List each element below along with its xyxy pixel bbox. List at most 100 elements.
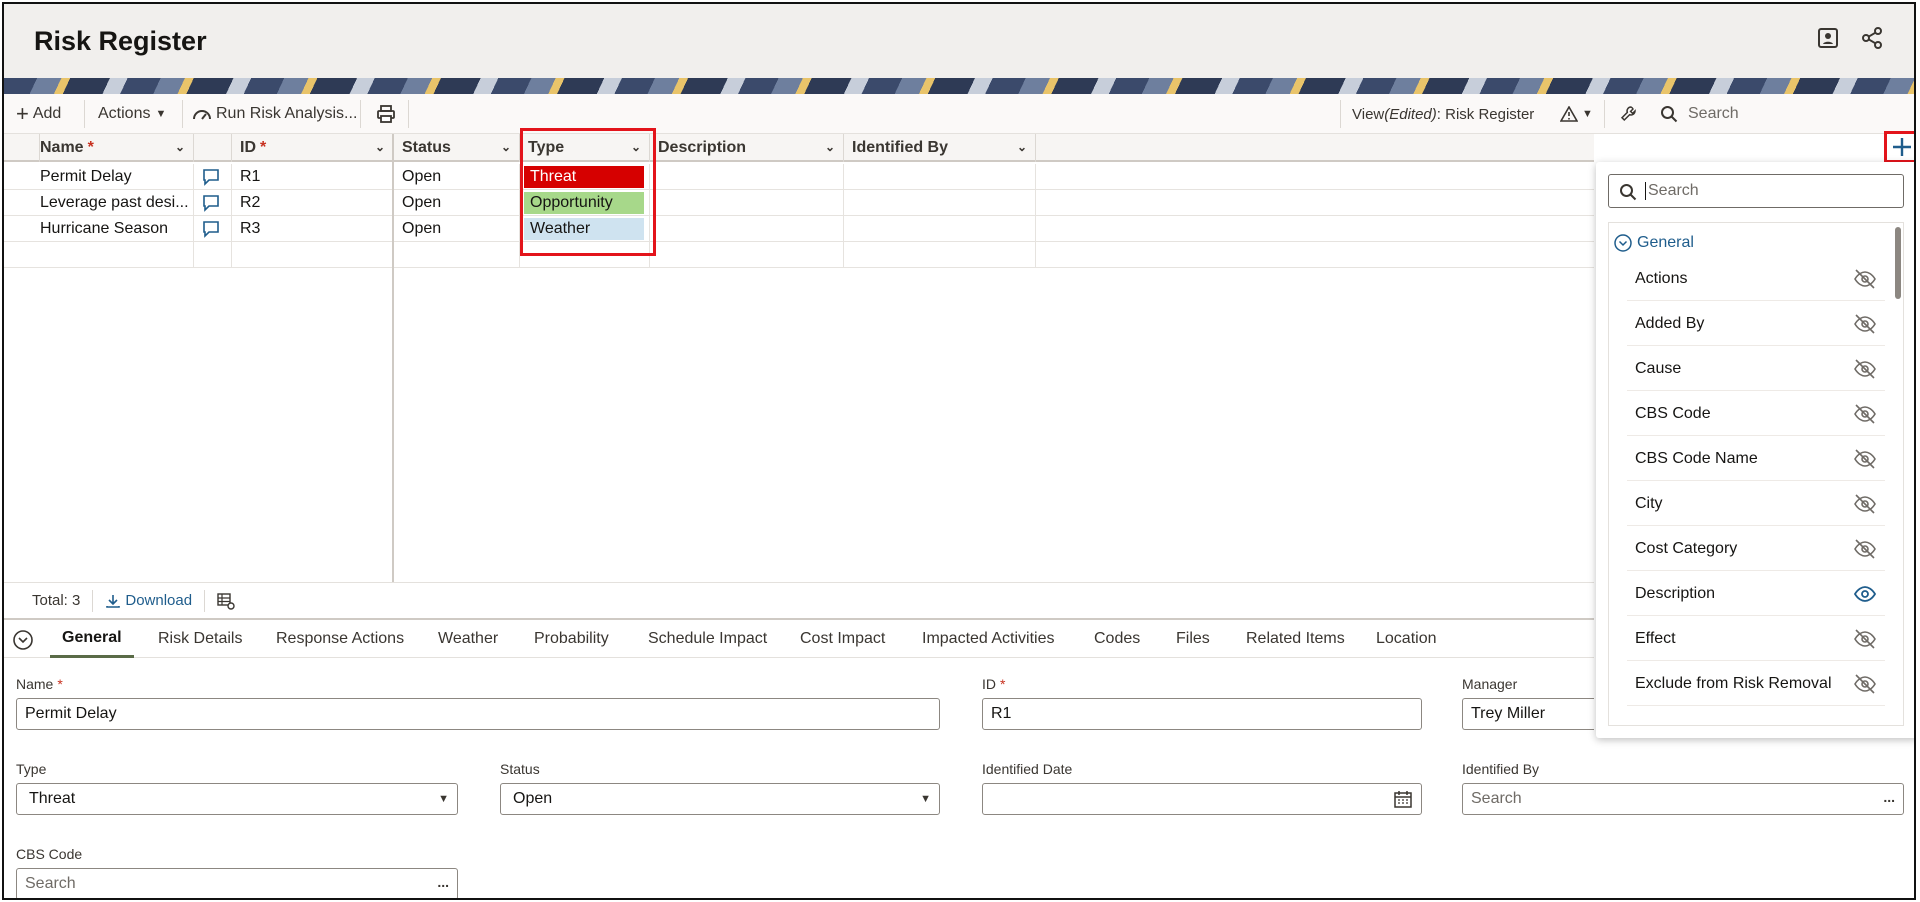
required-marker: * — [87, 139, 94, 156]
tab-risk-details[interactable]: Risk Details — [158, 620, 242, 658]
required-marker: * — [1000, 676, 1006, 692]
add-button[interactable]: + Add — [16, 94, 61, 134]
comment-icon[interactable] — [202, 194, 220, 212]
column-option[interactable]: CBS Code Name — [1627, 437, 1885, 481]
table-row[interactable]: Leverage past desi... R2 Open Opportunit… — [4, 190, 1594, 216]
chevron-down-icon[interactable]: ⌄ — [375, 140, 385, 154]
comment-icon[interactable] — [202, 220, 220, 238]
more-options-icon[interactable]: ... — [1883, 789, 1895, 805]
column-header-id[interactable]: ID * ⌄ — [232, 134, 394, 162]
run-risk-analysis-button[interactable]: Run Risk Analysis... — [192, 94, 357, 134]
collapse-circle-icon[interactable] — [12, 629, 34, 651]
eye-slash-icon[interactable] — [1853, 314, 1877, 334]
decorative-banner — [4, 78, 1914, 94]
print-button[interactable] — [376, 94, 396, 134]
chevron-down-icon[interactable]: ⌄ — [1017, 140, 1027, 154]
tab-general[interactable]: General — [50, 620, 134, 658]
name-label: Name * — [16, 676, 63, 692]
tab-codes[interactable]: Codes — [1094, 620, 1140, 658]
tab-impacted-activities[interactable]: Impacted Activities — [922, 620, 1055, 658]
group-general[interactable]: General — [1613, 233, 1694, 253]
tab-weather[interactable]: Weather — [438, 620, 498, 658]
column-header-status[interactable]: Status ⌄ — [394, 134, 520, 162]
column-header-description[interactable]: Description ⌄ — [650, 134, 844, 162]
view-selector[interactable]: View (Edited) : Risk Register — [1352, 94, 1534, 134]
column-header-type[interactable]: Type ⌄ — [520, 134, 650, 162]
eye-slash-icon[interactable] — [1853, 629, 1877, 649]
cell-identified-by — [844, 216, 1036, 241]
identified-date-field[interactable] — [982, 783, 1422, 815]
comment-column-header — [194, 134, 232, 162]
eye-slash-icon[interactable] — [1853, 359, 1877, 379]
profile-card-icon[interactable] — [1816, 26, 1840, 50]
footer-divider — [204, 589, 206, 612]
chevron-down-icon[interactable]: ⌄ — [631, 140, 641, 154]
column-option[interactable]: Actions — [1627, 257, 1885, 301]
calendar-icon[interactable] — [1393, 790, 1413, 808]
tab-cost-impact[interactable]: Cost Impact — [800, 620, 885, 658]
eye-slash-icon[interactable] — [1853, 674, 1877, 694]
chevron-down-icon[interactable]: ⌄ — [501, 140, 511, 154]
cell-description — [650, 216, 844, 241]
chevron-down-icon[interactable]: ⌄ — [175, 140, 185, 154]
column-list: General Actions Added By Cause CBS Code … — [1608, 222, 1904, 726]
collapse-circle-icon — [1614, 234, 1632, 252]
table-row[interactable]: Permit Delay R1 Open Threat — [4, 164, 1594, 190]
column-option[interactable]: Cause — [1627, 347, 1885, 391]
identified-by-field[interactable]: Search ... — [1462, 783, 1904, 815]
eye-slash-icon[interactable] — [1853, 449, 1877, 469]
identified-date-label: Identified Date — [982, 761, 1073, 777]
manager-label: Manager — [1462, 676, 1518, 692]
column-header-name[interactable]: Name * ⌄ — [32, 134, 194, 162]
table-row-empty[interactable] — [4, 242, 1594, 268]
actions-menu-button[interactable]: Actions ▼ — [98, 94, 166, 134]
tab-probability[interactable]: Probability — [534, 620, 609, 658]
column-header-identified-by[interactable]: Identified By ⌄ — [844, 134, 1036, 162]
column-option[interactable]: Added By — [1627, 302, 1885, 346]
view-warning-menu[interactable]: ▼ — [1560, 94, 1593, 134]
status-label: Status — [500, 761, 540, 777]
eye-slash-icon[interactable] — [1853, 494, 1877, 514]
type-badge-threat: Threat — [524, 165, 644, 188]
id-field[interactable]: R1 — [982, 698, 1422, 730]
toolbar-divider — [84, 100, 85, 128]
column-option[interactable]: CBS Code — [1627, 392, 1885, 436]
tab-related-items[interactable]: Related Items — [1246, 620, 1345, 658]
eye-slash-icon[interactable] — [1853, 404, 1877, 424]
caret-down-icon: ▼ — [438, 793, 449, 805]
type-select[interactable]: Threat ▼ — [16, 783, 458, 815]
tab-files[interactable]: Files — [1176, 620, 1210, 658]
comment-cell — [194, 242, 232, 267]
eye-slash-icon[interactable] — [1853, 539, 1877, 559]
more-options-icon[interactable]: ... — [437, 874, 449, 890]
download-link[interactable]: Download — [105, 592, 192, 609]
eye-slash-icon[interactable] — [1853, 269, 1877, 289]
name-field[interactable]: Permit Delay — [16, 698, 940, 730]
share-icon[interactable] — [1860, 26, 1884, 50]
eye-icon[interactable] — [1853, 584, 1877, 604]
manager-field[interactable]: Trey Miller — [1462, 698, 1594, 730]
frozen-column-divider[interactable] — [392, 134, 394, 582]
toolbar-divider — [182, 100, 183, 128]
column-option[interactable]: Cost Category — [1627, 527, 1885, 571]
add-column-button[interactable] — [1884, 131, 1914, 163]
column-option[interactable]: Description — [1627, 572, 1885, 616]
tab-response-actions[interactable]: Response Actions — [276, 620, 404, 658]
column-option[interactable]: Effect — [1627, 617, 1885, 661]
tab-schedule-impact[interactable]: Schedule Impact — [648, 620, 767, 658]
column-option[interactable]: City — [1627, 482, 1885, 526]
column-option[interactable]: Exclude from Risk Removal — [1627, 662, 1885, 706]
scrollbar-thumb[interactable] — [1895, 227, 1901, 299]
cbs-code-field[interactable]: Search ... — [16, 868, 458, 898]
status-select[interactable]: Open ▼ — [500, 783, 940, 815]
settings-wrench-button[interactable] — [1620, 94, 1638, 134]
table-settings-icon[interactable] — [217, 592, 235, 610]
tab-location[interactable]: Location — [1376, 620, 1437, 658]
column-search-input[interactable]: Search — [1608, 174, 1904, 208]
chevron-down-icon[interactable]: ⌄ — [825, 140, 835, 154]
comment-icon[interactable] — [202, 168, 220, 186]
toolbar-search[interactable]: Search — [1660, 94, 1739, 134]
toolbar-divider — [408, 100, 409, 128]
table-row[interactable]: Hurricane Season R3 Open Weather — [4, 216, 1594, 242]
comment-cell — [194, 216, 232, 241]
